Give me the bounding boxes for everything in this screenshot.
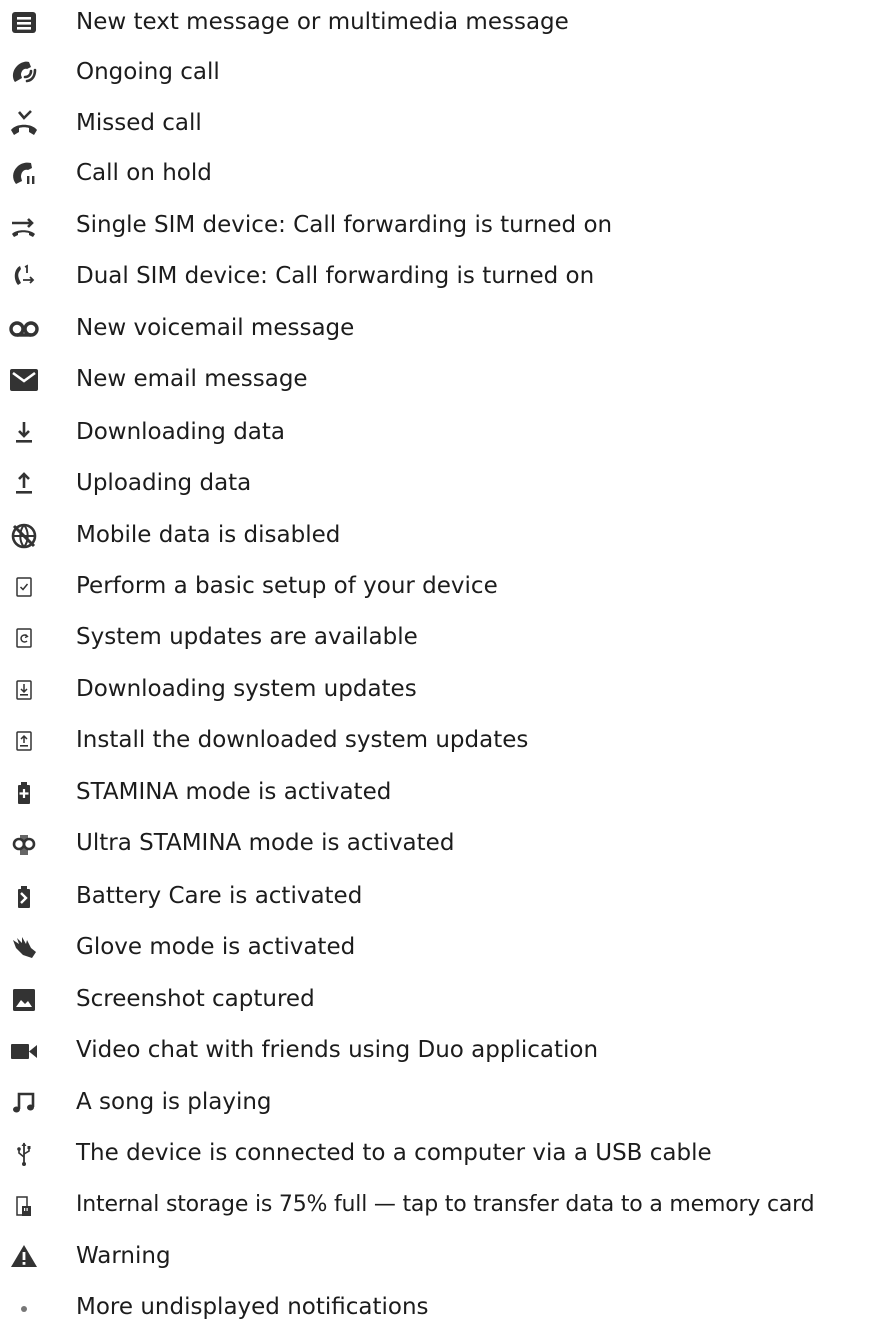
list-item-label: Call on hold xyxy=(76,160,212,186)
list-item: Ultra STAMINA mode is activated xyxy=(0,823,893,863)
list-item: New email message xyxy=(0,359,893,399)
list-item: New text message or multimedia message xyxy=(0,2,893,42)
ongoing-call-icon xyxy=(8,56,40,88)
list-item-label: Battery Care is activated xyxy=(76,883,363,909)
notification-icons-list: New text message or multimedia message O… xyxy=(0,0,893,1324)
voicemail-icon xyxy=(8,312,40,344)
list-item-label: Warning xyxy=(76,1243,171,1269)
message-icon xyxy=(8,6,40,38)
list-item: Perform a basic setup of your device xyxy=(0,566,893,606)
list-item-label: System updates are available xyxy=(76,624,418,650)
list-item: Dual SIM device: Call forwarding is turn… xyxy=(0,256,893,296)
list-item-label: Screenshot captured xyxy=(76,986,315,1012)
music-note-icon xyxy=(8,1086,40,1118)
list-item-label: Single SIM device: Call forwarding is tu… xyxy=(76,212,613,238)
list-item: Battery Care is activated xyxy=(0,876,893,916)
list-item: Internal storage is 75% full — tap to tr… xyxy=(0,1185,893,1225)
list-item: More undisplayed notifications xyxy=(0,1287,893,1327)
list-item-label: The device is connected to a computer vi… xyxy=(76,1140,712,1166)
more-notifications-icon xyxy=(8,1291,40,1323)
battery-care-icon xyxy=(8,880,40,912)
download-icon xyxy=(8,416,40,448)
call-on-hold-icon xyxy=(8,157,40,189)
upload-icon xyxy=(8,467,40,499)
list-item: Mobile data is disabled xyxy=(0,515,893,555)
screenshot-icon xyxy=(8,983,40,1015)
list-item-label: New text message or multimedia message xyxy=(76,9,569,35)
list-item-label: Ongoing call xyxy=(76,59,220,85)
list-item-label: STAMINA mode is activated xyxy=(76,779,392,805)
list-item-label: Install the downloaded system updates xyxy=(76,727,529,753)
list-item-label: More undisplayed notifications xyxy=(76,1294,429,1320)
list-item: Missed call xyxy=(0,103,893,143)
call-forward-icon xyxy=(8,209,40,241)
list-item: System updates are available xyxy=(0,617,893,657)
list-item: A song is playing xyxy=(0,1082,893,1122)
glove-mode-icon xyxy=(8,931,40,963)
list-item-label: Mobile data is disabled xyxy=(76,522,341,548)
list-item-label: Glove mode is activated xyxy=(76,934,356,960)
list-item: Single SIM device: Call forwarding is tu… xyxy=(0,205,893,245)
list-item-label: Perform a basic setup of your device xyxy=(76,573,498,599)
list-item-label: Downloading data xyxy=(76,419,286,445)
list-item-label: Uploading data xyxy=(76,470,252,496)
list-item: The device is connected to a computer vi… xyxy=(0,1133,893,1173)
list-item-label: Missed call xyxy=(76,110,202,136)
list-item: Uploading data xyxy=(0,463,893,503)
list-item-label: Video chat with friends using Duo applic… xyxy=(76,1037,599,1063)
list-item: Call on hold xyxy=(0,153,893,193)
list-item-label: Internal storage is 75% full — tap to tr… xyxy=(76,1192,815,1217)
email-icon xyxy=(8,363,40,395)
storage-card-icon xyxy=(8,1189,40,1221)
system-update-install-icon xyxy=(8,724,40,756)
stamina-icon xyxy=(8,776,40,808)
list-item: Install the downloaded system updates xyxy=(0,720,893,760)
list-item: Screenshot captured xyxy=(0,979,893,1019)
list-item-label: A song is playing xyxy=(76,1089,272,1115)
list-item: Downloading system updates xyxy=(0,669,893,709)
mobile-data-disabled-icon xyxy=(8,519,40,551)
list-item: Video chat with friends using Duo applic… xyxy=(0,1030,893,1070)
video-chat-icon xyxy=(8,1034,40,1066)
usb-icon xyxy=(8,1137,40,1169)
list-item: Downloading data xyxy=(0,412,893,452)
list-item: STAMINA mode is activated xyxy=(0,772,893,812)
list-item-label: New email message xyxy=(76,366,308,392)
list-item-label: Dual SIM device: Call forwarding is turn… xyxy=(76,263,595,289)
missed-call-icon xyxy=(8,107,40,139)
setup-icon xyxy=(8,570,40,602)
system-update-icon xyxy=(8,621,40,653)
list-item-label: New voicemail message xyxy=(76,315,355,341)
list-item: Glove mode is activated xyxy=(0,927,893,967)
list-item: New voicemail message xyxy=(0,308,893,348)
system-update-download-icon xyxy=(8,673,40,705)
warning-icon xyxy=(8,1240,40,1272)
dual-sim-call-forward-icon xyxy=(8,260,40,292)
list-item: Warning xyxy=(0,1236,893,1276)
list-item-label: Ultra STAMINA mode is activated xyxy=(76,830,455,856)
list-item-label: Downloading system updates xyxy=(76,676,417,702)
list-item: Ongoing call xyxy=(0,52,893,92)
ultra-stamina-icon xyxy=(8,827,40,859)
